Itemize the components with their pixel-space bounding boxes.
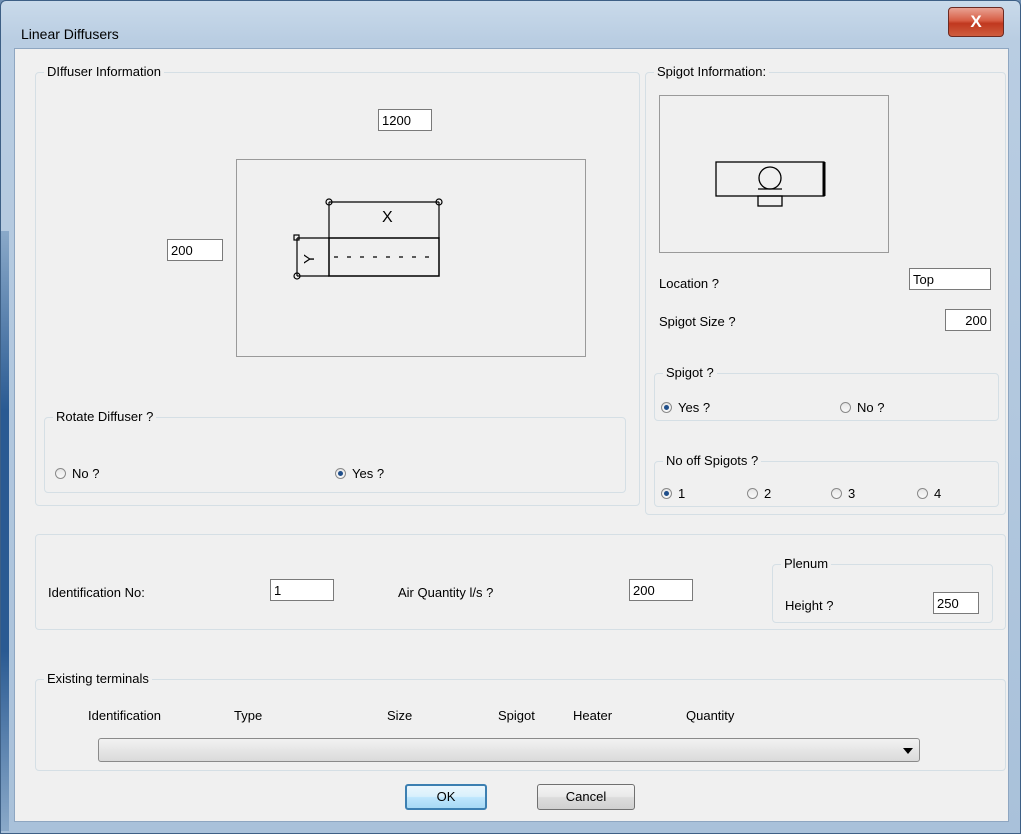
spigots-3-radio[interactable]: 3 — [831, 486, 855, 501]
spigots-4-label: 4 — [934, 486, 942, 501]
rotate-yes-label: Yes ? — [352, 466, 385, 481]
plenum-legend: Plenum — [781, 556, 832, 571]
rotate-yes-radio-dot — [335, 468, 346, 479]
diagram-y-label: Y — [301, 254, 318, 264]
existing-terminals-legend: Existing terminals — [44, 671, 152, 686]
spigot-information-group: Spigot Information: Location ? Spigot Si… — [645, 64, 1006, 515]
spigots-4-radio-dot — [917, 488, 928, 499]
close-button[interactable]: X — [948, 7, 1004, 37]
diffuser-information-legend: DIffuser Information — [44, 64, 164, 79]
close-icon: X — [970, 12, 982, 31]
rotate-yes-radio[interactable]: Yes ? — [335, 466, 384, 481]
plenum-height-label: Height ? — [785, 598, 834, 613]
spigots-1-radio-dot — [661, 488, 672, 499]
spigot-legend: Spigot ? — [663, 365, 717, 380]
existing-terminals-dropdown[interactable] — [98, 738, 920, 762]
air-quantity-input[interactable] — [629, 579, 693, 601]
existing-terminals-group: Existing terminals Identification Type S… — [35, 671, 1006, 771]
spigot-no-radio-dot — [840, 402, 851, 413]
diagram-x-label: X — [382, 209, 393, 226]
dialog-window: Linear Diffusers X DIffuser Information — [0, 0, 1021, 834]
ok-button[interactable]: OK — [405, 784, 487, 810]
spigot-diagram — [715, 161, 826, 207]
rotate-diffuser-group: Rotate Diffuser ? No ? Yes ? — [44, 409, 626, 493]
diffuser-length-input[interactable] — [378, 109, 432, 131]
column-identification: Identification — [88, 708, 161, 723]
spigot-yes-radio-dot — [661, 402, 672, 413]
rotate-no-label: No ? — [72, 466, 100, 481]
title-bar[interactable]: Linear Diffusers X — [1, 1, 1020, 45]
spigot-no-radio[interactable]: No ? — [840, 400, 884, 415]
spigots-4-radio[interactable]: 4 — [917, 486, 941, 501]
spigot-yes-radio[interactable]: Yes ? — [661, 400, 710, 415]
number-of-spigots-legend: No off Spigots ? — [663, 453, 762, 468]
air-quantity-label: Air Quantity l/s ? — [398, 585, 494, 600]
spigots-3-radio-dot — [831, 488, 842, 499]
spigot-size-input[interactable] — [945, 309, 991, 331]
window-edge-accent — [1, 231, 9, 831]
diffuser-information-group: DIffuser Information 1200 200 X Y Rotate… — [35, 64, 640, 506]
dialog-client-area: DIffuser Information 1200 200 X Y Rotate… — [14, 48, 1009, 822]
identification-no-input[interactable] — [270, 579, 334, 601]
spigots-3-label: 3 — [848, 486, 856, 501]
spigots-2-radio-dot — [747, 488, 758, 499]
spigots-2-radio[interactable]: 2 — [747, 486, 771, 501]
rotate-no-radio-dot — [55, 468, 66, 479]
diffuser-diagram: X Y — [293, 198, 443, 280]
column-type: Type — [234, 708, 263, 723]
spigot-no-label: No ? — [857, 400, 885, 415]
diffuser-diagram-preview: X Y — [236, 159, 586, 357]
spigot-yes-no-group: Spigot ? Yes ? No ? — [654, 365, 999, 421]
spigots-2-label: 2 — [764, 486, 772, 501]
diffuser-width-input[interactable] — [167, 239, 223, 261]
rotate-diffuser-legend: Rotate Diffuser ? — [53, 409, 157, 424]
identification-no-label: Identification No: — [48, 585, 145, 600]
spigot-diagram-preview — [659, 95, 889, 253]
plenum-group: Plenum Height ? — [772, 556, 993, 623]
column-quantity: Quantity — [686, 708, 735, 723]
column-spigot: Spigot — [498, 708, 535, 723]
plenum-height-input[interactable] — [933, 592, 979, 614]
column-size: Size — [387, 708, 413, 723]
spigots-1-radio[interactable]: 1 — [661, 486, 685, 501]
spigot-yes-label: Yes ? — [678, 400, 711, 415]
spigots-1-label: 1 — [678, 486, 686, 501]
location-label: Location ? — [659, 276, 719, 291]
cancel-button[interactable]: Cancel — [537, 784, 635, 810]
location-input[interactable] — [909, 268, 991, 290]
number-of-spigots-group: No off Spigots ? 1 2 3 4 — [654, 453, 999, 507]
spigot-size-label: Spigot Size ? — [659, 314, 736, 329]
rotate-no-radio[interactable]: No ? — [55, 466, 99, 481]
chevron-down-icon[interactable] — [903, 748, 913, 754]
terminal-details-group: Identification No: Air Quantity l/s ? Pl… — [35, 534, 1006, 630]
window-title: Linear Diffusers — [21, 26, 119, 42]
spigot-information-legend: Spigot Information: — [654, 64, 770, 79]
column-heater: Heater — [573, 708, 613, 723]
